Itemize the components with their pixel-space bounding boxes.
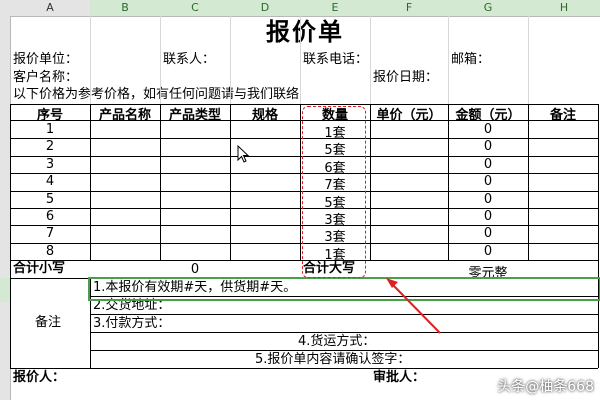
watermark: 头条@柚条668 — [497, 379, 594, 395]
spreadsheet: A B C D E F G H 报价单 报价单位： 联系人： 联系电话： 邮箱：… — [0, 0, 600, 400]
mouse-cursor-icon — [237, 145, 250, 163]
red-arrow-annotation — [386, 278, 441, 334]
